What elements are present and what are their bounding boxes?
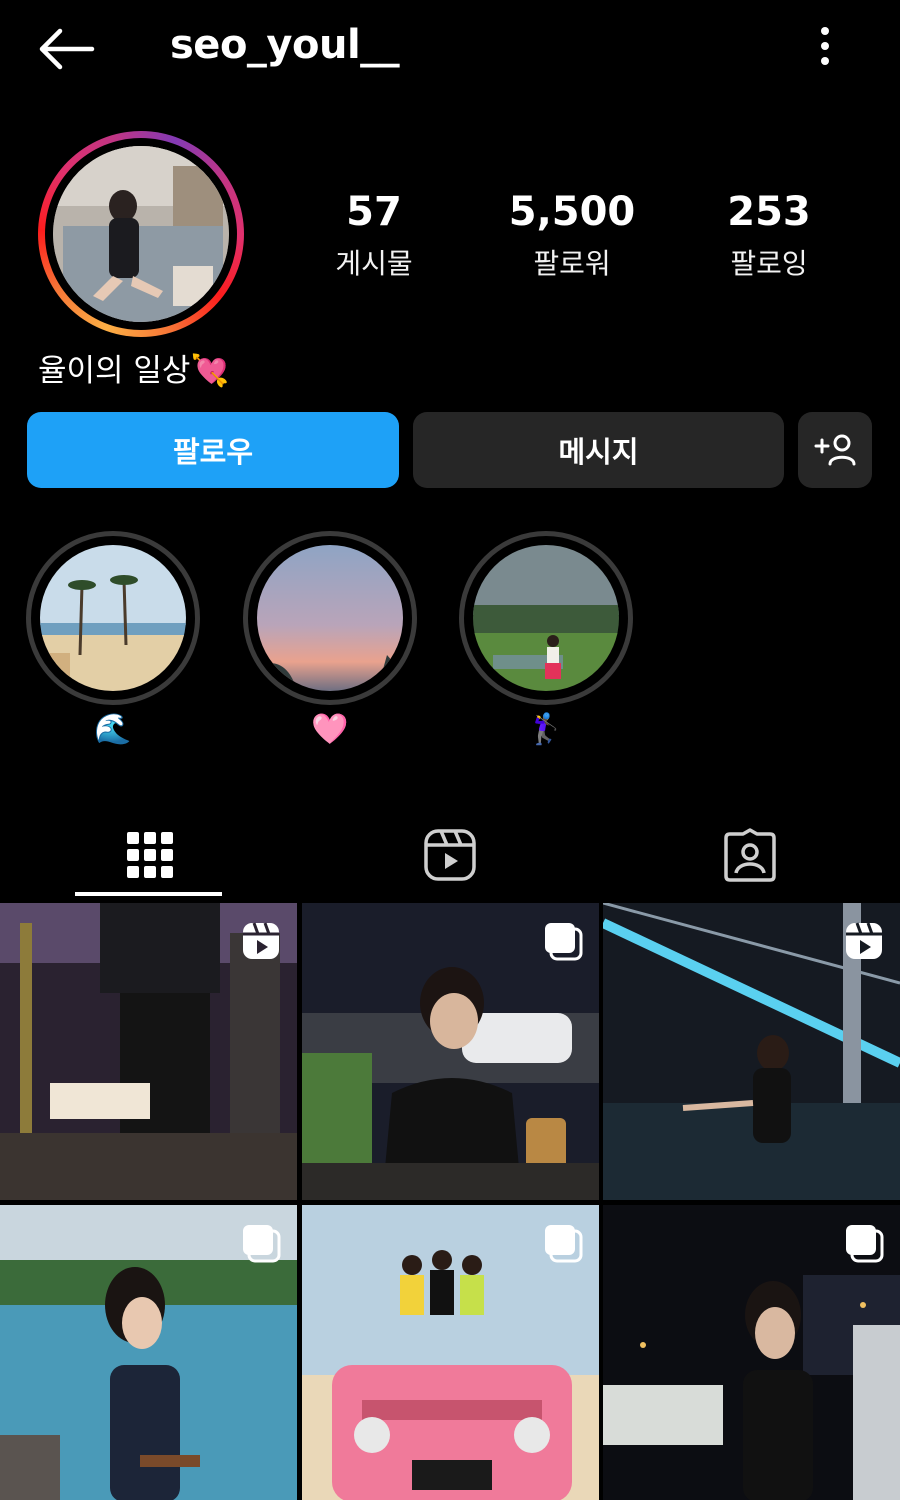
carousel-badge-icon <box>545 923 583 961</box>
top-bar: seo_youl__ <box>0 0 900 100</box>
profile-avatar-story-ring[interactable] <box>38 131 244 337</box>
highlight-cover-image <box>40 545 186 691</box>
avatar <box>53 146 229 322</box>
highlight-label: 🏌️‍♀️ <box>527 712 565 747</box>
tab-posts-grid[interactable] <box>0 812 300 898</box>
more-options-icon[interactable] <box>808 24 842 70</box>
carousel-badge-icon <box>545 1225 583 1263</box>
following-count: 253 <box>727 189 811 235</box>
posts-stat[interactable]: 57 게시물 <box>274 188 474 282</box>
grid-post[interactable] <box>302 903 599 1200</box>
grid-post[interactable] <box>302 1205 599 1500</box>
profile-bio: 율이의 일상💘 <box>38 353 230 389</box>
followers-count: 5,500 <box>508 189 636 235</box>
tab-reels[interactable] <box>300 812 600 898</box>
highlight-beach[interactable] <box>26 531 200 705</box>
carousel-badge-icon <box>846 1225 884 1263</box>
followers-label: 팔로워 <box>533 247 611 280</box>
highlight-golf[interactable] <box>459 531 633 705</box>
tab-tagged[interactable] <box>600 812 900 898</box>
posts-label: 게시물 <box>335 247 413 280</box>
suggested-users-button[interactable] <box>798 412 872 488</box>
following-label: 팔로잉 <box>730 247 808 280</box>
grid-post[interactable] <box>0 1205 297 1500</box>
reel-badge-icon <box>243 922 279 959</box>
reels-icon <box>424 829 476 881</box>
grid-post[interactable] <box>0 903 297 1200</box>
grid-icon <box>127 832 173 878</box>
highlight-cover-image <box>473 545 619 691</box>
tagged-icon <box>724 828 776 882</box>
reel-badge-icon <box>846 922 882 959</box>
highlight-label: 🌊 <box>94 712 132 747</box>
profile-tabs <box>0 800 900 900</box>
highlight-cover-image <box>257 545 403 691</box>
add-person-icon <box>814 434 856 466</box>
carousel-badge-icon <box>243 1225 281 1263</box>
followers-stat[interactable]: 5,500 팔로워 <box>472 188 672 282</box>
follow-button[interactable]: 팔로우 <box>27 412 399 488</box>
highlight-label: 🩷 <box>311 712 349 747</box>
grid-post[interactable] <box>603 903 900 1200</box>
grid-post[interactable] <box>603 1205 900 1500</box>
active-tab-indicator <box>75 892 222 896</box>
message-button[interactable]: 메시지 <box>413 412 784 488</box>
following-stat[interactable]: 253 팔로잉 <box>669 188 869 282</box>
back-arrow-icon[interactable] <box>36 26 96 72</box>
profile-username: seo_youl__ <box>170 22 400 68</box>
highlight-sky[interactable] <box>243 531 417 705</box>
posts-count: 57 <box>346 189 402 235</box>
